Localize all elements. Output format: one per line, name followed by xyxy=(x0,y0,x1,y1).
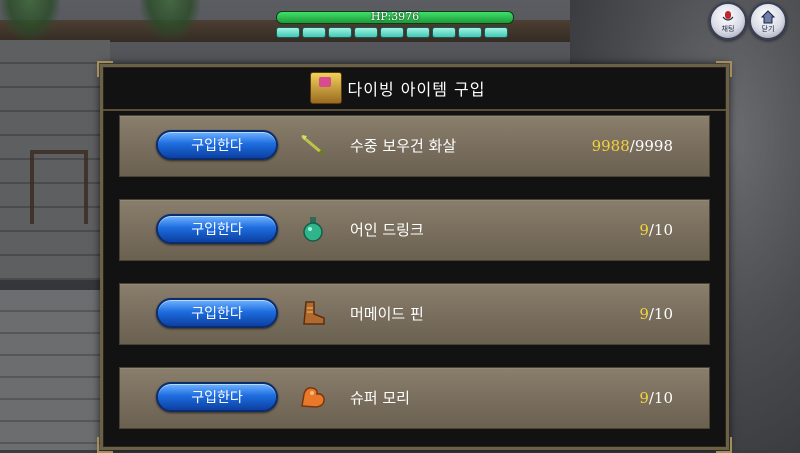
potion-icon xyxy=(303,217,323,242)
mp-bar xyxy=(276,27,508,38)
item-count-max: /9998 xyxy=(629,137,673,155)
item-count-max: /10 xyxy=(648,221,673,239)
microphone-icon xyxy=(722,10,734,21)
mp-segment xyxy=(432,27,456,38)
item-count-max: /10 xyxy=(648,305,673,323)
mp-segment xyxy=(484,27,508,38)
item-count: 9/10 xyxy=(639,368,673,428)
close-button[interactable]: 닫기 xyxy=(749,2,787,40)
mp-segment xyxy=(276,27,300,38)
item-count-current: 9988 xyxy=(591,137,630,155)
wooden-chair xyxy=(30,150,88,224)
item-count-current: 9 xyxy=(639,389,649,407)
item-count: 9988/9998 xyxy=(592,116,673,176)
item-row: 구입한다 슈퍼 모리 9/10 xyxy=(119,367,710,429)
mp-segment xyxy=(458,27,482,38)
item-count-current: 9 xyxy=(639,305,649,323)
frame-corner xyxy=(97,437,113,453)
item-row: 구입한다 어인 드링크 9/10 xyxy=(119,199,710,261)
boot-icon xyxy=(303,301,325,325)
mp-segment xyxy=(354,27,378,38)
hp-text: HP:3976 xyxy=(370,10,420,23)
item-count: 9/10 xyxy=(639,200,673,260)
buy-button[interactable]: 구입한다 xyxy=(156,382,278,412)
buy-button[interactable]: 구입한다 xyxy=(156,214,278,244)
dialog-header: 다이빙 아이템 구입 xyxy=(103,67,726,111)
chat-button-label: 채팅 xyxy=(721,24,735,33)
muscle-arm-icon xyxy=(301,387,325,408)
mp-segment xyxy=(380,27,404,38)
item-name: 수중 보우건 화살 xyxy=(350,137,457,155)
mp-segment xyxy=(302,27,326,38)
diving-item-shop-dialog: 다이빙 아이템 구입 구입한다 수중 보우건 화살 9988/9998 구입한다… xyxy=(97,61,732,453)
item-name: 슈퍼 모리 xyxy=(350,389,410,407)
item-row: 구입한다 머메이드 핀 9/10 xyxy=(119,283,710,345)
mp-segment xyxy=(406,27,430,38)
arrow-icon xyxy=(301,135,325,156)
palm-leaves xyxy=(140,0,200,40)
item-count: 9/10 xyxy=(639,284,673,344)
item-list: 구입한다 수중 보우건 화살 9988/9998 구입한다 어인 드링크 9/1… xyxy=(119,115,710,451)
hp-bar: HP:3976 xyxy=(276,10,514,24)
frame-corner xyxy=(716,437,732,453)
mp-segment xyxy=(328,27,352,38)
shop-chest-icon xyxy=(309,72,342,104)
item-name: 머메이드 핀 xyxy=(350,305,424,323)
item-row: 구입한다 수중 보우건 화살 9988/9998 xyxy=(119,115,710,177)
house-icon xyxy=(761,9,775,23)
item-count-current: 9 xyxy=(639,221,649,239)
palm-leaves xyxy=(0,0,60,40)
dialog-title: 다이빙 아이템 구입 xyxy=(347,80,486,99)
chat-button[interactable]: 채팅 xyxy=(709,2,747,40)
item-count-max: /10 xyxy=(648,389,673,407)
item-name: 어인 드링크 xyxy=(350,221,424,239)
buy-button[interactable]: 구입한다 xyxy=(156,130,278,160)
close-button-label: 닫기 xyxy=(761,24,775,33)
buy-button[interactable]: 구입한다 xyxy=(156,298,278,328)
